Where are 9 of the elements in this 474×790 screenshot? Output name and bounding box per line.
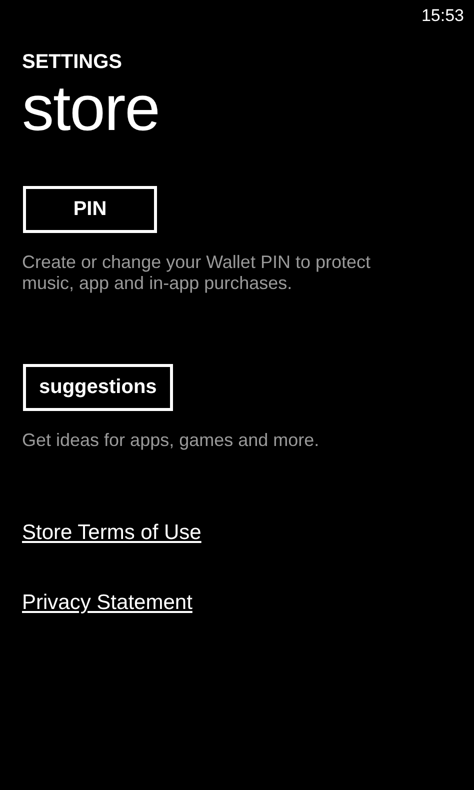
text-link[interactable]: Store Terms of Use — [22, 521, 202, 545]
button-description: Create or change your Wallet PIN to protect music, app and in-app purchases. — [22, 252, 372, 294]
settings-button[interactable]: suggestions — [23, 364, 173, 411]
clock-time: 15:53 — [421, 6, 464, 27]
app-title: SETTINGS — [22, 51, 124, 74]
settings-button[interactable]: PIN — [23, 186, 157, 233]
text-link[interactable]: Privacy Statement — [22, 591, 192, 615]
page-title: store — [22, 72, 160, 144]
button-description: Get ideas for apps, games and more. — [22, 430, 320, 451]
